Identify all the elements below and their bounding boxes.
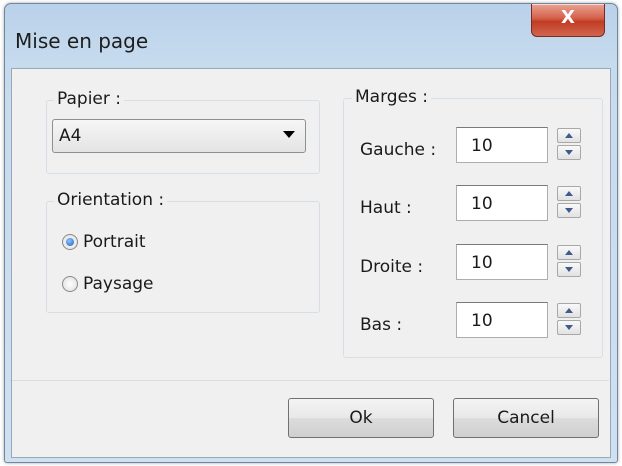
margin-top-label: Haut : [360, 198, 412, 218]
margin-left-label: Gauche : [360, 140, 437, 160]
arrow-up-icon [565, 191, 573, 196]
margin-bottom-up-button[interactable] [557, 303, 581, 318]
margin-top-up-button[interactable] [557, 186, 581, 201]
margins-legend: Marges : [352, 87, 432, 107]
paper-size-value: A4 [59, 126, 82, 146]
margin-bottom-down-button[interactable] [557, 320, 581, 335]
paper-size-select[interactable]: A4 [52, 119, 306, 153]
radio-portrait-label: Portrait [83, 232, 146, 252]
window-title: Mise en page [15, 29, 149, 53]
margin-left-up-button[interactable] [557, 128, 581, 143]
arrow-down-icon [565, 267, 573, 272]
margin-right-up-button[interactable] [557, 245, 581, 260]
orientation-legend: Orientation : [54, 190, 168, 210]
margin-right-input[interactable]: 10 [456, 244, 548, 280]
margin-bottom-label: Bas : [360, 315, 403, 335]
arrow-up-icon [565, 133, 573, 138]
margin-bottom-spinner[interactable] [557, 303, 583, 337]
margin-left-spinner[interactable] [557, 128, 583, 162]
orientation-group [46, 201, 320, 313]
margin-right-label: Droite : [360, 257, 424, 277]
arrow-down-icon [565, 150, 573, 155]
arrow-up-icon [565, 250, 573, 255]
arrow-up-icon [565, 308, 573, 313]
radio-portrait-indicator[interactable] [62, 234, 78, 250]
margin-right-spinner[interactable] [557, 245, 583, 279]
chevron-down-icon [283, 131, 295, 138]
footer-separator [12, 380, 609, 381]
radio-landscape-indicator[interactable] [62, 276, 78, 292]
margin-right-down-button[interactable] [557, 262, 581, 277]
paper-legend-label: Papier : [54, 89, 124, 109]
margin-top-down-button[interactable] [557, 203, 581, 218]
radio-landscape-label: Paysage [83, 274, 154, 294]
arrow-down-icon [565, 325, 573, 330]
radio-portrait[interactable]: Portrait [62, 232, 146, 252]
close-button[interactable]: X [531, 4, 605, 37]
ok-button[interactable]: Ok [288, 398, 434, 438]
margin-top-spinner[interactable] [557, 186, 583, 220]
margin-top-input[interactable]: 10 [456, 185, 548, 221]
radio-landscape[interactable]: Paysage [62, 274, 154, 294]
arrow-down-icon [565, 208, 573, 213]
cancel-button[interactable]: Cancel [453, 398, 599, 438]
margin-bottom-input[interactable]: 10 [456, 302, 548, 338]
margin-left-down-button[interactable] [557, 145, 581, 160]
margin-left-input[interactable]: 10 [456, 127, 548, 163]
